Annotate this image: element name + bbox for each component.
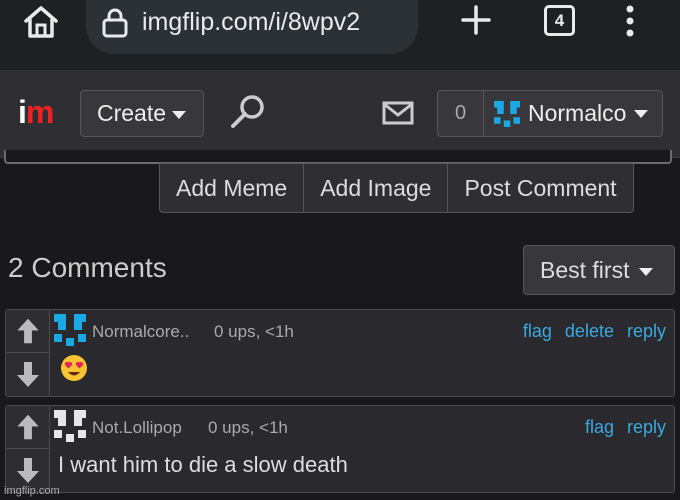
comment-item: Not.Lollipop 0 ups, <1h flag reply I wan…	[5, 405, 675, 493]
reply-link[interactable]: reply	[627, 417, 666, 437]
comment-meta: 0 ups, <1h	[214, 322, 294, 341]
sort-dropdown[interactable]: Best first	[523, 245, 675, 295]
tab-count-button[interactable]: 4	[544, 5, 575, 36]
comment-actions: Add Meme Add Image Post Comment	[159, 163, 634, 213]
imgflip-logo[interactable]: im	[18, 94, 54, 131]
add-meme-button[interactable]: Add Meme	[160, 164, 305, 212]
chevron-down-icon	[634, 110, 648, 118]
comment-text: I want him to die a slow death	[58, 452, 348, 477]
search-icon[interactable]	[228, 92, 268, 132]
comment-username[interactable]: Not.Lollipop	[92, 418, 182, 438]
delete-link[interactable]: delete	[565, 321, 614, 341]
address-bar[interactable]: imgflip.com/i/8wpv2	[86, 0, 418, 54]
comment-input[interactable]	[4, 150, 672, 164]
add-image-button[interactable]: Add Image	[304, 164, 449, 212]
comment-item: Normalcore.. 0 ups, <1h flag delete repl…	[5, 309, 675, 397]
browser-toolbar: imgflip.com/i/8wpv2 4	[0, 0, 680, 70]
home-icon[interactable]	[22, 4, 60, 40]
more-menu-icon[interactable]	[620, 4, 640, 38]
username-label: Normalcore	[528, 100, 626, 126]
comment-links: flag delete reply	[515, 321, 666, 342]
site-header: im Create 0 Normalcore	[0, 70, 680, 158]
imgflip-watermark: imgflip.com	[4, 485, 60, 497]
post-comment-button[interactable]: Post Comment	[448, 164, 632, 212]
heart-eyes-emoji-icon	[61, 355, 87, 381]
downvote-arrow-icon[interactable]	[6, 353, 50, 396]
upvote-arrow-icon[interactable]	[6, 310, 50, 353]
commenter-avatar[interactable]	[54, 410, 86, 442]
flag-link[interactable]: flag	[585, 417, 614, 437]
user-avatar-icon	[494, 101, 520, 127]
mail-icon[interactable]	[382, 101, 414, 125]
comments-count-heading: 2 Comments	[8, 252, 167, 283]
chevron-down-icon	[639, 267, 654, 276]
notification-count[interactable]: 0	[438, 91, 484, 136]
user-menu[interactable]: 0 Normalcore	[437, 90, 663, 137]
url-text: imgflip.com/i/8wpv2	[142, 8, 361, 36]
comment-username[interactable]: Normalcore..	[92, 322, 189, 342]
vote-column	[6, 406, 50, 492]
new-tab-icon[interactable]	[460, 4, 492, 36]
commenter-avatar[interactable]	[54, 314, 86, 346]
chevron-down-icon	[172, 110, 187, 119]
comment-links: flag reply	[577, 417, 666, 438]
lock-icon	[102, 8, 128, 38]
flag-link[interactable]: flag	[523, 321, 552, 341]
comment-meta: 0 ups, <1h	[208, 418, 288, 437]
upvote-arrow-icon[interactable]	[6, 406, 50, 449]
create-button[interactable]: Create	[80, 90, 204, 137]
vote-column	[6, 310, 50, 396]
reply-link[interactable]: reply	[627, 321, 666, 341]
